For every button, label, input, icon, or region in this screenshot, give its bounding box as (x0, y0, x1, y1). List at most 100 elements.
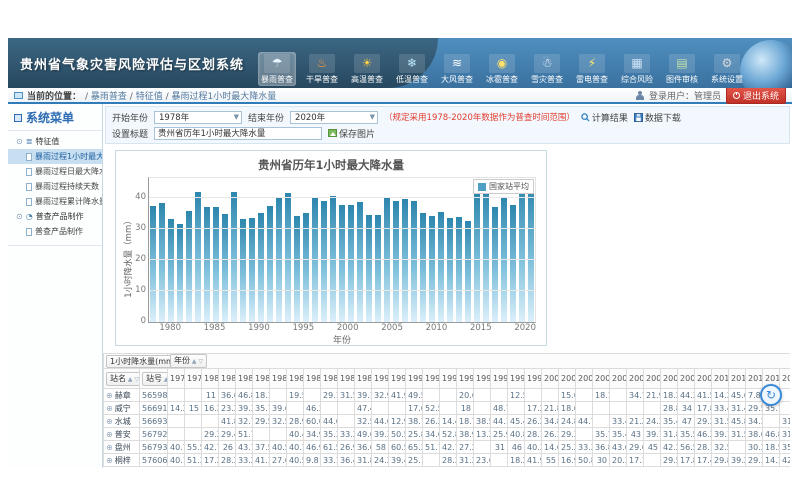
download-button[interactable]: 数据下载 (634, 111, 681, 124)
value-cell (168, 415, 185, 428)
value-cell: 31.1 (780, 428, 790, 441)
station-id-chip[interactable]: 站号 ▲ ▽ (142, 372, 168, 386)
year-header-cell: 1998 (508, 369, 525, 389)
sidebar-item[interactable]: 暴雨过程累计降水量 (8, 194, 102, 209)
expand-icon[interactable]: ⊕ (106, 391, 113, 400)
nav-rainstorm-survey[interactable]: ☂暴雨普查 (258, 52, 296, 86)
column-field-cell: 年份 ▲ ▽ (168, 354, 790, 369)
value-cell: 19.5 (287, 389, 304, 402)
sidebar-title: 系统菜单 (8, 104, 102, 131)
value-cell: 16.2 (202, 402, 219, 415)
breadcrumb-link[interactable]: 暴雨过程1小时最大降水量 (171, 92, 276, 102)
year-header-cell: 2010 (712, 369, 729, 389)
year-header-cell: 2005 (627, 369, 644, 389)
value-cell: 17.8 (695, 402, 712, 415)
expand-icon[interactable]: ⊕ (106, 456, 113, 465)
sort-asc-icon: ▲ (162, 376, 168, 383)
calculate-button[interactable]: 计算结果 (581, 111, 628, 124)
station-name-cell: ⊕盘州 (104, 441, 140, 454)
bar-1988 (240, 219, 246, 322)
chart-legend: 国家站平均 (473, 179, 534, 194)
value-cell (542, 389, 559, 402)
value-cell: 29.8 (712, 454, 729, 467)
comprehensive-risk-icon: ▦ (624, 54, 650, 73)
start-year-select[interactable]: 1978年▼ (154, 111, 242, 124)
bar-1981 (177, 224, 183, 322)
value-cell: 28.2 (219, 454, 236, 467)
year-header-cell: 2001 (559, 369, 576, 389)
station-name: 赫章 (115, 391, 131, 400)
breadcrumb-link[interactable]: 特征值 (136, 92, 163, 102)
sidebar-group-0[interactable]: ⊙≣特征值 (8, 134, 102, 149)
year-header-cell: 2009 (695, 369, 712, 389)
nav-wind-survey[interactable]: ≋大风普查 (438, 52, 476, 86)
station-name-cell: ⊕威宁 (104, 402, 140, 415)
expand-icon[interactable]: ⊕ (106, 430, 113, 439)
sidebar-item[interactable]: 暴雨过程1小时最大降水量 (8, 149, 102, 164)
nav-snow-survey[interactable]: ☃雪灾普查 (528, 52, 566, 86)
range-hint: （规定采用1978-2020年数据作为普查时间范围） (384, 111, 575, 123)
floating-refresh-button[interactable]: ↻ (760, 384, 782, 406)
logout-button[interactable]: 退出系统 (726, 87, 786, 104)
value-cell: 52.8 (440, 428, 457, 441)
nav-high-temp-survey[interactable]: ☀高温普查 (348, 52, 386, 86)
value-cell (270, 428, 287, 441)
nav-drought-survey[interactable]: ♨干旱普查 (303, 52, 341, 86)
x-axis-label: 年份 (148, 333, 536, 344)
year-field-chip[interactable]: 年份 ▲ ▽ (170, 354, 207, 368)
sidebar-item[interactable]: 暴雨过程持续天数 (8, 179, 102, 194)
nav-hail-survey[interactable]: ◉冰雹普查 (483, 52, 521, 86)
value-cell: 34.9 (304, 428, 321, 441)
bar-2012 (456, 217, 462, 322)
value-cell: 46.9 (304, 441, 321, 454)
nav-map-review[interactable]: ▤图件审核 (663, 52, 701, 86)
value-cell: 12.5 (508, 389, 525, 402)
x-tick-label: 2020 (514, 323, 536, 333)
station-name-chip[interactable]: 站名 ▲ ▽ (106, 372, 140, 386)
breadcrumb-prefix: 当前的位置： (27, 89, 81, 102)
bar-2020 (528, 186, 534, 322)
year-header-cell: 2014 (780, 369, 790, 389)
nav-label: 低温普查 (396, 74, 428, 85)
nav-low-temp-survey[interactable]: ❄低温普查 (393, 52, 431, 86)
station-name-cell: ⊕水城 (104, 415, 140, 428)
expand-icon[interactable]: ⊕ (106, 404, 113, 413)
value-cell: 47 (678, 415, 695, 428)
end-year-select[interactable]: 2020年▼ (290, 111, 378, 124)
app-window: 贵州省气象灾害风险评估与区划系统 ☂暴雨普查♨干旱普查☀高温普查❄低温普查≋大风… (8, 38, 792, 470)
value-cell: 20.3 (610, 454, 627, 467)
value-cell: 55 (542, 454, 559, 467)
user-area: 登录用户：管理员 退出系统 (636, 87, 786, 104)
value-cell: 26 (219, 441, 236, 454)
nav-lightning-survey[interactable]: ⚡雷电普查 (573, 52, 611, 86)
sidebar-item[interactable]: 普查产品制作 (8, 224, 102, 239)
value-cell (576, 428, 593, 441)
value-cell: 17.6 (406, 402, 423, 415)
expand-icon[interactable]: ⊕ (106, 417, 113, 426)
chart-title-input[interactable] (154, 127, 322, 140)
value-cell (491, 389, 508, 402)
sidebar-item[interactable]: 暴雨过程日最大降水量 (8, 164, 102, 179)
breadcrumb-link[interactable]: 暴雨普查 (91, 92, 127, 102)
station-name: 盘州 (115, 443, 131, 452)
nav-system-settings[interactable]: ⚙系统设置 (708, 52, 746, 86)
year-header-cell: 1990 (372, 369, 389, 389)
nav-comprehensive-risk[interactable]: ▦综合风险 (618, 52, 656, 86)
value-cell: 21.8 (542, 402, 559, 415)
value-cell: 23.6 (474, 454, 491, 467)
value-cell: 42.1 (780, 454, 790, 467)
value-cell: 34.3 (746, 415, 763, 428)
x-tick-label: 2010 (426, 323, 448, 333)
value-cell: 14.4 (440, 415, 457, 428)
value-cell (185, 415, 202, 428)
table-row: ⊕盘州5679340.755.542.72643.737.540.540.746… (104, 441, 791, 454)
expand-icon[interactable]: ⊕ (106, 443, 113, 452)
gridline (149, 290, 535, 291)
sidebar-group-1[interactable]: ⊙◔普查产品制作 (8, 209, 102, 224)
document-icon (26, 153, 32, 161)
value-cell (253, 428, 270, 441)
sidebar-group-label: 普查产品制作 (36, 211, 84, 222)
nav-label: 大风普查 (441, 74, 473, 85)
value-cell: 56.5 (678, 441, 695, 454)
save-image-button[interactable]: 保存图片 (328, 127, 375, 140)
